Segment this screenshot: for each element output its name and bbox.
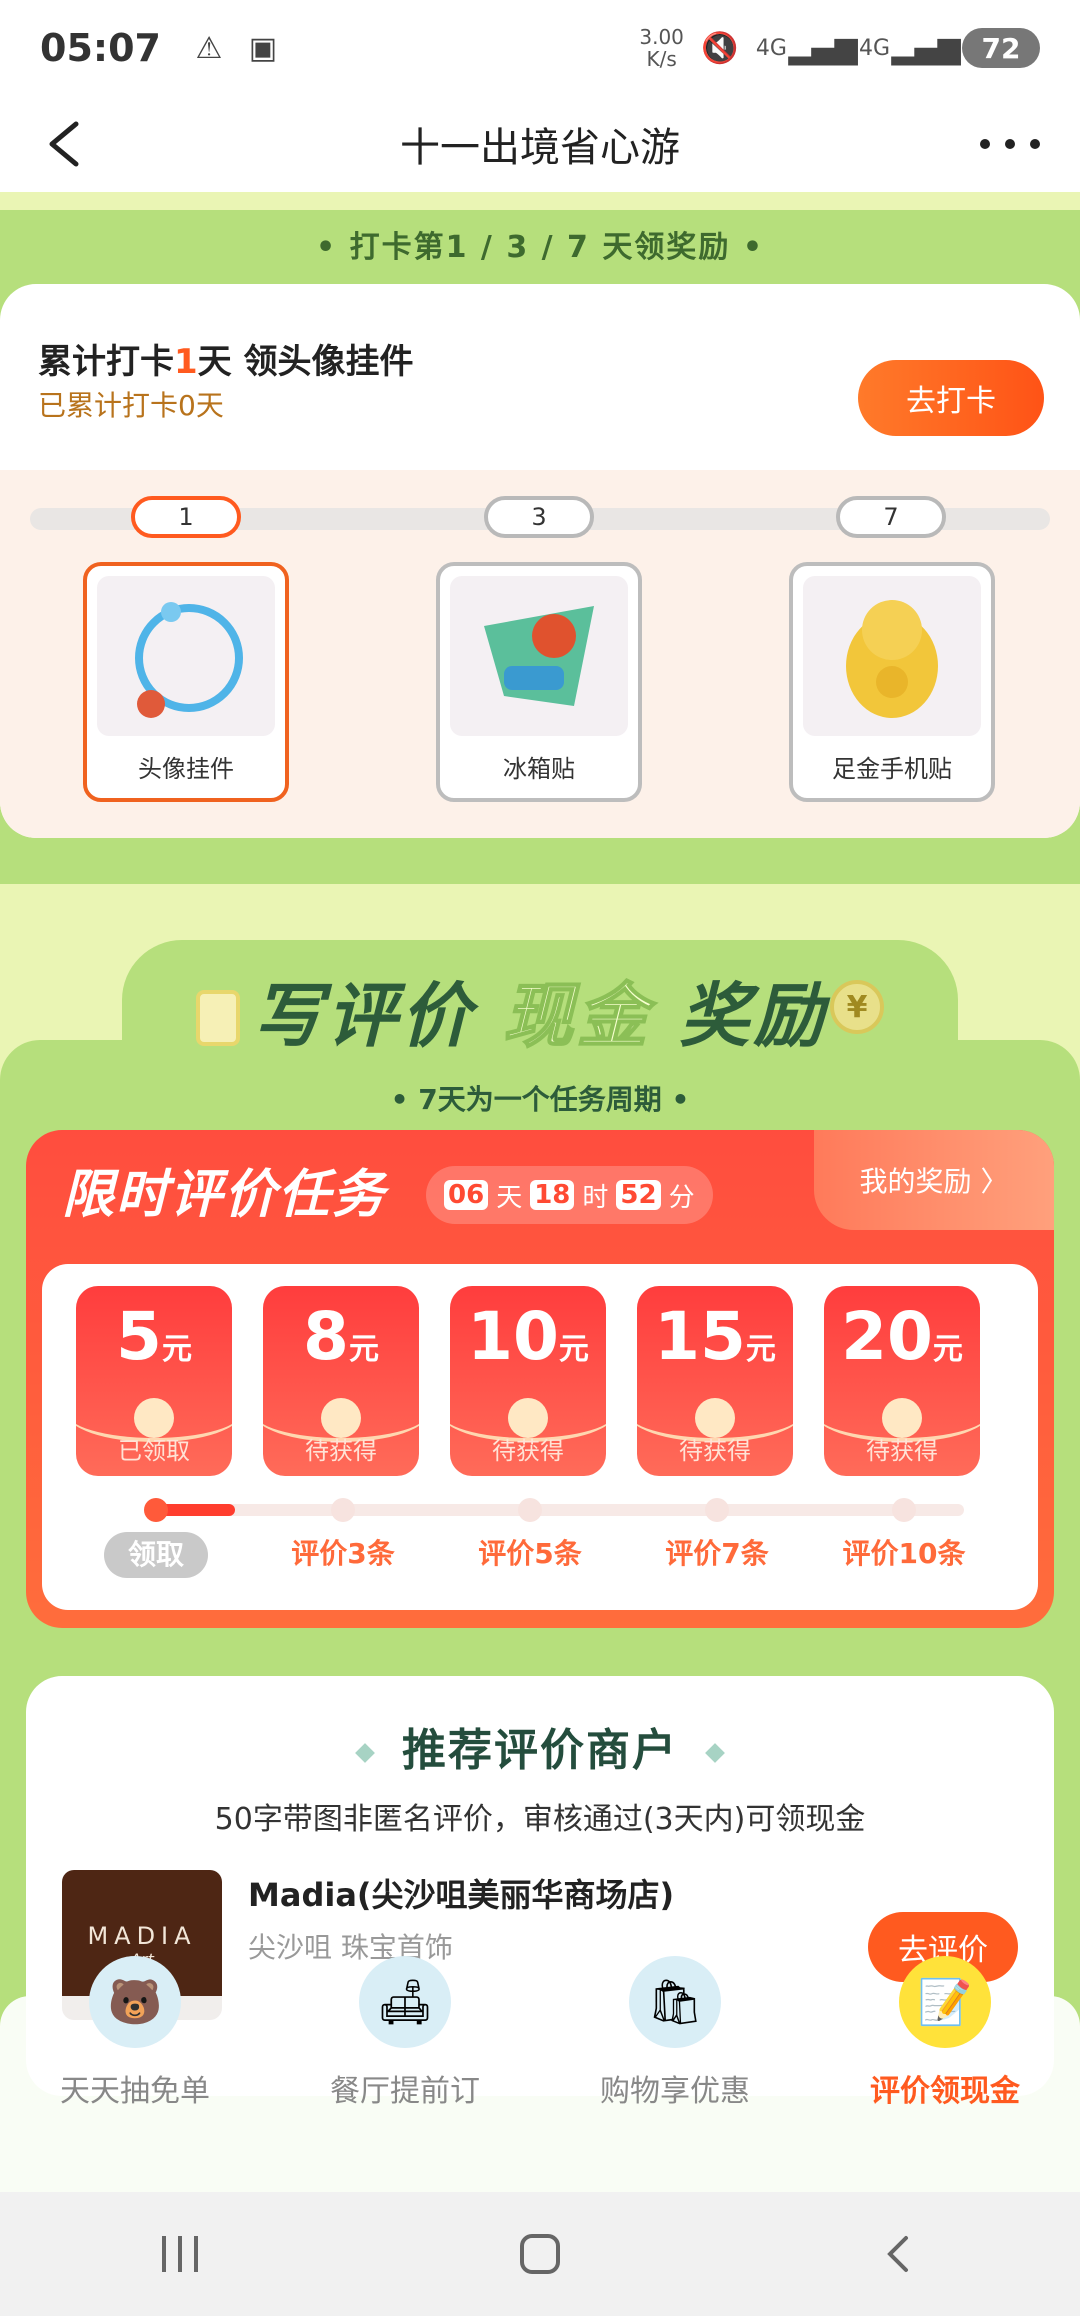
- back-nav-button[interactable]: [860, 2224, 940, 2284]
- day-marker-1: 1: [131, 496, 241, 538]
- task-title: 限时评价任务: [62, 1165, 387, 1225]
- merchant-section-title: 推荐评价商户: [26, 1714, 1054, 1778]
- step-label: 评价5条: [478, 1537, 582, 1570]
- review-task-card: 限时评价任务 06 天 18 时 52 分 我的奖励 〉 5元 已领取 8元 待获得 …: [26, 1130, 1054, 1628]
- system-nav-bar: [0, 2192, 1080, 2316]
- checkin-rule: • 打卡第1 / 3 / 7 天领奖励 •: [316, 230, 764, 265]
- network-type-1: 4G: [755, 35, 787, 61]
- nav-shopping-deals[interactable]: 🛍 购物享优惠: [540, 1956, 810, 2192]
- checkin-button[interactable]: 去打卡: [858, 360, 1044, 436]
- review-section-title: 写评价 现金 奖励: [252, 974, 828, 1058]
- mute-icon: 🔇: [701, 30, 739, 66]
- merchant-section-subtitle: 50字带图非匿名评价，审核通过(3天内)可领现金: [214, 1802, 866, 1837]
- task-cycle-note: • 7天为一个任务周期 •: [390, 1083, 690, 1116]
- checkin-title: 累计打卡1天 领头像挂件: [38, 342, 414, 382]
- section-banner-strip: [0, 192, 1080, 210]
- recents-button[interactable]: [140, 2224, 220, 2284]
- network-type-2: 4G: [858, 35, 890, 61]
- warning-icon: ⚠: [195, 30, 223, 66]
- nav-free-draw[interactable]: 🐻 天天抽免单: [0, 1956, 270, 2192]
- checkin-card: 累计打卡1天 领头像挂件 已累计打卡0天 去打卡 1 3 7 头像挂件 冰箱贴 …: [0, 284, 1080, 838]
- progress-dot: [331, 1498, 355, 1522]
- red-envelope[interactable]: 5元 已领取: [76, 1286, 232, 1476]
- signal-icon-2: ▂▄▆: [891, 30, 961, 66]
- page-title: 十一出境省心游: [400, 125, 680, 171]
- nav-restaurant-booking[interactable]: 🛋 餐厅提前订: [270, 1956, 540, 2192]
- gold-cat-sticker-icon: [803, 576, 981, 736]
- status-bar: 05:07 ⚠ ▣ 3.00 K/s 🔇 4G ▂▄▆ 4G ▂▄▆ 72: [0, 0, 1080, 96]
- back-button[interactable]: [40, 116, 96, 172]
- red-envelope[interactable]: 20元 待获得: [824, 1286, 980, 1476]
- notepad-icon: 📝: [899, 1956, 991, 2048]
- progress-dot: [518, 1498, 542, 1522]
- bottom-nav: 🐻 天天抽免单 🛋 餐厅提前订 🛍 购物享优惠 📝 评价领现金: [0, 1956, 1080, 2192]
- step-label: 评价3条: [291, 1537, 395, 1570]
- checkin-count: 已累计打卡0天: [38, 389, 224, 422]
- my-rewards-link[interactable]: 我的奖励 〉: [814, 1130, 1054, 1230]
- home-icon: [520, 2234, 560, 2274]
- bear-icon: 🐻: [89, 1956, 181, 2048]
- screenshot-icon: ▣: [248, 30, 278, 66]
- diamond-icon: [705, 1743, 725, 1763]
- merchant-name[interactable]: Madia(尖沙咀美丽华商场店): [248, 1870, 674, 1916]
- shopping-bag-icon: 🛍: [629, 1956, 721, 2048]
- progress-dot: [705, 1498, 729, 1522]
- claim-button[interactable]: 领取: [104, 1532, 208, 1578]
- home-button[interactable]: [500, 2224, 580, 2284]
- more-button[interactable]: [980, 118, 1040, 170]
- countdown-timer: 06 天 18 时 52 分: [426, 1166, 713, 1224]
- red-envelope[interactable]: 8元 待获得: [263, 1286, 419, 1476]
- recents-icon: [162, 2236, 198, 2272]
- fridge-magnet-icon: [450, 576, 628, 736]
- day-marker-7: 7: [836, 496, 946, 538]
- clock: 05:07: [40, 26, 161, 70]
- reward-avatar-frame[interactable]: 头像挂件: [83, 562, 289, 802]
- network-speed: 3.00 K/s: [639, 25, 684, 71]
- step-label: 评价7条: [665, 1537, 769, 1570]
- task-progress-track: [154, 1504, 964, 1516]
- back-icon: [887, 2236, 908, 2272]
- progress-dot: [144, 1498, 168, 1522]
- battery-indicator: 72: [962, 28, 1040, 68]
- step-label: 评价10条: [842, 1537, 966, 1570]
- reward-gold-sticker[interactable]: 足金手机贴: [789, 562, 995, 802]
- red-envelope[interactable]: 15元 待获得: [637, 1286, 793, 1476]
- progress-dot: [892, 1498, 916, 1522]
- sofa-icon: 🛋: [359, 1956, 451, 2048]
- reward-fridge-magnet[interactable]: 冰箱贴: [436, 562, 642, 802]
- avatar-frame-icon: [97, 576, 275, 736]
- chevron-left-icon: [49, 121, 79, 167]
- diamond-icon: [355, 1743, 375, 1763]
- more-dots-icon: [980, 139, 990, 149]
- app-header: 十一出境省心游: [0, 96, 1080, 192]
- day-marker-3: 3: [484, 496, 594, 538]
- signal-icon: ▂▄▆: [788, 30, 858, 66]
- red-envelope[interactable]: 10元 待获得: [450, 1286, 606, 1476]
- nav-review-cash[interactable]: 📝 评价领现金: [810, 1956, 1080, 2192]
- task-rewards-panel: 5元 已领取 8元 待获得 10元 待获得 15元 待获得 20元 待获得 领取…: [42, 1264, 1038, 1610]
